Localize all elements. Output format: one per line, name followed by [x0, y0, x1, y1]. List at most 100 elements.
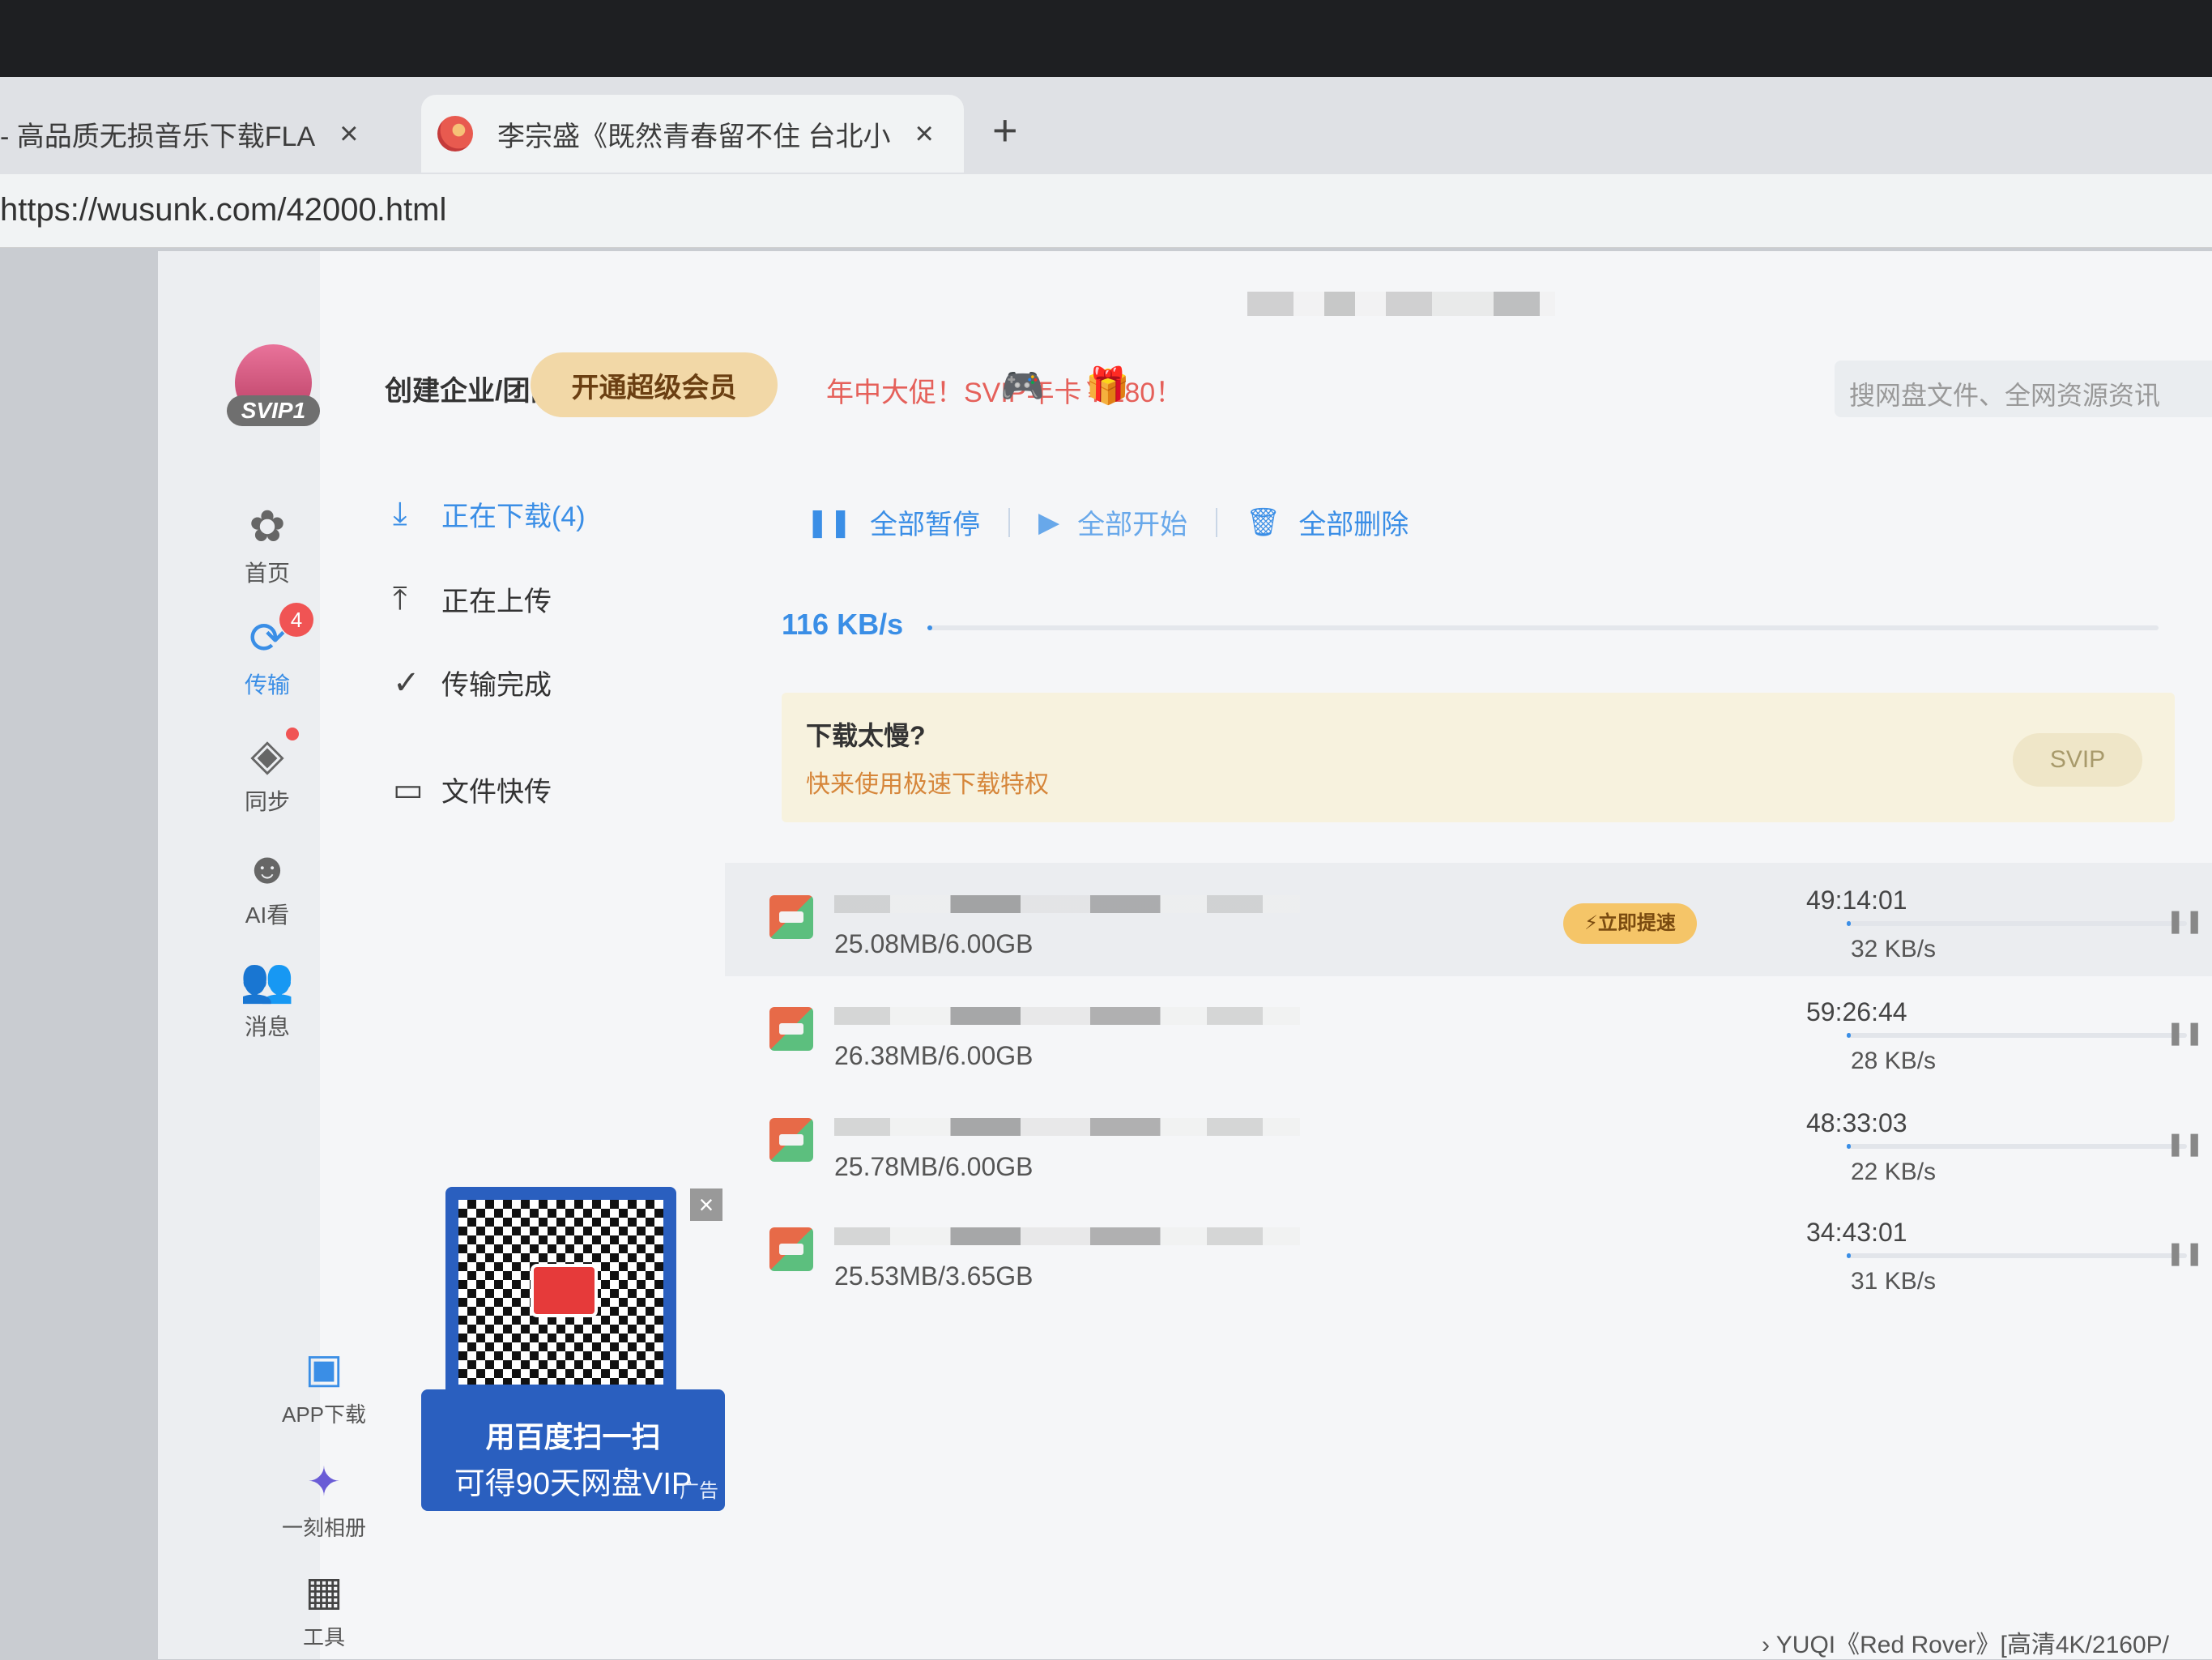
- play-icon: ▶: [1038, 506, 1060, 538]
- download-row[interactable]: 26.38MB/6.00GB 59:26:44 28 KB/s ❚❚: [725, 975, 2212, 1088]
- download-speed: 22 KB/s: [1851, 1159, 1937, 1185]
- ad-tag: 广告: [680, 1480, 718, 1502]
- progress-bar: [1847, 1144, 2187, 1149]
- rail-item-sync[interactable]: ◈ 同步: [215, 728, 320, 817]
- qr-ad-card[interactable]: 用百度扫一扫 可得90天网盘VIP 广告 ×: [421, 1187, 729, 1511]
- archive-file-icon: [769, 1007, 813, 1051]
- slow-download-banner[interactable]: 下载太慢? 快来使用极速下载特权 SVIP: [782, 693, 2175, 822]
- pause-all-button[interactable]: ❚❚ 全部暂停: [806, 502, 980, 542]
- top-bar: 创建企业/团队 开通超级会员 年中大促！SVIP年卡￥180！ 🎮 🎁 搜网盘文…: [320, 344, 2212, 433]
- gift-icon[interactable]: 🎁: [1085, 365, 1130, 407]
- tab-strip: - 高品质无损音乐下载FLA × 李宗盛《既然青春留不住 台北小 ×: [0, 77, 2212, 174]
- close-icon[interactable]: ×: [339, 116, 358, 152]
- qr-banner: 用百度扫一扫 可得90天网盘VIP 广告: [421, 1389, 725, 1511]
- subnav-uploading[interactable]: ⤒ 正在上传: [393, 579, 552, 619]
- rail-item-app-download[interactable]: ▣ APP下载: [271, 1345, 377, 1428]
- time-remaining: 48:33:03: [1806, 1108, 1907, 1137]
- rail-label: 工具: [302, 1625, 345, 1649]
- rail-label: 一刻相册: [281, 1516, 366, 1540]
- file-name-blurred: [834, 1118, 1300, 1136]
- pause-icon[interactable]: ❚❚: [2166, 907, 2204, 934]
- progress-fill: [1847, 1253, 1852, 1258]
- rail-item-transfer[interactable]: 4 ⟳ 传输: [215, 603, 320, 700]
- boost-button[interactable]: ⚡立即提速: [1563, 903, 1697, 944]
- divider: [1008, 507, 1010, 537]
- svip-chip[interactable]: SVIP: [2013, 733, 2142, 787]
- message-icon: 👥: [240, 956, 295, 1005]
- pause-icon[interactable]: ❚❚: [2166, 1130, 2204, 1157]
- file-name-blurred: [834, 895, 1300, 913]
- rail-item-home[interactable]: ✿ 首页: [215, 502, 320, 588]
- subnav-completed[interactable]: ✓ 传输完成: [393, 663, 552, 702]
- background-page-snippet: › YUQI《Red Rover》[高清4K/2160P/: [1762, 1632, 2169, 1658]
- progress-fill: [1847, 1144, 1852, 1149]
- subnav-quick-transfer[interactable]: ▭ 文件快传: [393, 770, 552, 809]
- banner-title: 下载太慢?: [806, 721, 926, 750]
- subnav-label: 文件快传: [441, 777, 552, 808]
- transfer-count-badge: 4: [279, 603, 313, 637]
- search-input[interactable]: 搜网盘文件、全网资源资讯 搜索: [1835, 361, 2212, 417]
- album-icon: ✦: [307, 1459, 341, 1504]
- upload-icon: ⤒: [393, 581, 407, 617]
- rail-label: AI看: [245, 903, 290, 928]
- subnav-downloading[interactable]: ⤓ 正在下载(4): [393, 494, 586, 534]
- tab-song-page[interactable]: 李宗盛《既然青春留不住 台北小 ×: [421, 95, 964, 173]
- svip-badge: SVIP1: [227, 395, 320, 426]
- rail-item-messages[interactable]: 👥 消息: [215, 956, 320, 1042]
- rail-label: 传输: [244, 672, 290, 698]
- window-title-blurred: [1247, 292, 1555, 316]
- progress-bar: [1847, 1033, 2187, 1038]
- tab-music-site[interactable]: - 高品质无损音乐下载FLA ×: [0, 95, 397, 173]
- notification-dot: [286, 728, 299, 740]
- pause-icon[interactable]: ❚❚: [2166, 1240, 2204, 1266]
- trash-icon: 🗑: [1246, 506, 1281, 538]
- start-all-button[interactable]: ▶ 全部开始: [1038, 502, 1187, 542]
- url-text[interactable]: https://wusunk.com/42000.html: [0, 192, 446, 228]
- search-placeholder: 搜网盘文件、全网资源资讯: [1849, 381, 2161, 410]
- download-icon: ⤓: [393, 496, 407, 531]
- file-size: 25.78MB/6.00GB: [834, 1152, 1034, 1181]
- download-row[interactable]: 25.78MB/6.00GB 48:33:03 22 KB/s ❚❚: [725, 1086, 2212, 1199]
- action-label: 全部暂停: [869, 510, 980, 540]
- archive-file-icon: [769, 895, 813, 939]
- banner-subtitle: 快来使用极速下载特权: [806, 771, 1049, 798]
- address-bar[interactable]: https://wusunk.com/42000.html: [0, 174, 2212, 248]
- download-speed: 28 KB/s: [1851, 1048, 1937, 1074]
- total-speed: 116 KB/s: [782, 608, 904, 641]
- qr-line1: 用百度扫一扫: [485, 1420, 661, 1453]
- subnav-label: 正在下载(4): [441, 501, 586, 532]
- action-label: 全部删除: [1298, 510, 1409, 540]
- file-name-blurred: [834, 1007, 1300, 1025]
- divider: [1216, 507, 1218, 537]
- progress-fill: [1847, 921, 1852, 926]
- close-icon[interactable]: ×: [690, 1188, 722, 1221]
- download-speed: 31 KB/s: [1851, 1268, 1937, 1295]
- qr-frame: [445, 1187, 676, 1398]
- archive-file-icon: [769, 1118, 813, 1162]
- file-name-blurred: [834, 1227, 1300, 1245]
- download-row[interactable]: 25.53MB/3.65GB 34:43:01 31 KB/s ❚❚: [725, 1195, 2212, 1308]
- archive-file-icon: [769, 1227, 813, 1271]
- progress-fill: [1847, 1033, 1852, 1038]
- rail-label: 首页: [244, 561, 290, 586]
- rail-item-ai[interactable]: ☻ AI看: [215, 844, 320, 930]
- rail-item-album[interactable]: ✦ 一刻相册: [271, 1458, 377, 1542]
- new-tab-button[interactable]: +: [992, 105, 1018, 156]
- rail-label: 同步: [244, 789, 290, 814]
- rail-item-tools[interactable]: ▦ 工具: [271, 1568, 377, 1651]
- phone-icon: ▣: [305, 1346, 343, 1391]
- open-vip-button[interactable]: 开通超级会员: [531, 352, 778, 417]
- download-speed: 32 KB/s: [1851, 936, 1937, 962]
- baidu-netdisk-window: SVIP1 ✿ 首页 4 ⟳ 传输 ◈ 同步 ☻ AI看 👥 消息 创建企业/团…: [158, 251, 2212, 1659]
- delete-all-button[interactable]: 🗑 全部删除: [1246, 502, 1409, 542]
- file-size: 25.08MB/6.00GB: [834, 929, 1034, 958]
- total-speed-bar: [927, 625, 2159, 630]
- close-icon[interactable]: ×: [914, 116, 933, 152]
- qr-logo-icon: [531, 1264, 598, 1317]
- sync-icon: ◈: [250, 731, 284, 779]
- gamepad-icon[interactable]: 🎮: [1000, 365, 1045, 407]
- ai-icon: ☻: [244, 844, 291, 893]
- tools-icon: ▦: [305, 1568, 343, 1614]
- pause-icon[interactable]: ❚❚: [2166, 1019, 2204, 1046]
- download-row[interactable]: 25.08MB/6.00GB ⚡立即提速 49:14:01 32 KB/s ❚❚: [725, 863, 2212, 976]
